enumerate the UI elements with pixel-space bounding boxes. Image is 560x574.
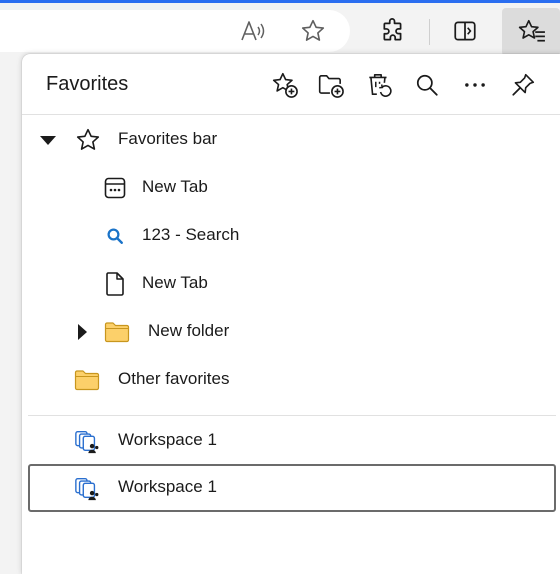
extensions-icon[interactable] xyxy=(376,14,410,48)
workspace-item-focused[interactable]: Workspace 1 xyxy=(28,464,556,512)
favorite-item-new-tab-2[interactable]: New Tab xyxy=(22,260,560,308)
panel-title: Favorites xyxy=(46,73,129,95)
favorite-item-label: New Tab xyxy=(142,273,208,292)
favorites-icon[interactable] xyxy=(515,14,549,48)
split-screen-icon[interactable] xyxy=(448,14,482,48)
add-favorite-star-icon[interactable] xyxy=(296,14,330,48)
favorite-folder-new-folder[interactable]: New folder xyxy=(22,308,560,356)
recycle-bin-icon[interactable] xyxy=(362,68,396,102)
favorites-panel: Favorites Favorites bar New Tab 123 - Se… xyxy=(22,54,560,574)
favorite-item-new-tab[interactable]: New Tab xyxy=(22,164,560,212)
workspace-icon xyxy=(74,475,100,501)
workspace-item[interactable]: Workspace 1 xyxy=(22,417,560,465)
favorite-item-label: 123 - Search xyxy=(142,225,240,244)
more-options-icon[interactable] xyxy=(458,68,492,102)
workspaces-divider xyxy=(28,415,556,416)
favorite-item-123-search[interactable]: 123 - Search xyxy=(22,212,560,260)
read-aloud-icon[interactable] xyxy=(236,14,270,48)
workspace-label: Workspace 1 xyxy=(118,477,217,496)
header-divider xyxy=(22,114,560,115)
folder-label: New folder xyxy=(148,321,230,340)
other-favorites-label: Other favorites xyxy=(118,369,230,388)
star-outline-icon xyxy=(75,127,101,153)
add-folder-icon[interactable] xyxy=(314,68,348,102)
favorite-item-label: New Tab xyxy=(142,177,208,196)
pin-icon[interactable] xyxy=(506,68,540,102)
toolbar-separator xyxy=(429,19,430,45)
favorites-bar-row[interactable]: Favorites bar xyxy=(22,116,560,164)
folder-icon xyxy=(104,319,130,345)
favorites-bar-label: Favorites bar xyxy=(118,129,218,148)
new-tab-page-icon xyxy=(102,175,128,201)
search-icon[interactable] xyxy=(410,68,444,102)
chevron-down-icon[interactable] xyxy=(40,132,56,148)
other-favorites-row[interactable]: Other favorites xyxy=(22,356,560,404)
workspace-icon xyxy=(74,428,100,454)
folder-icon xyxy=(74,367,100,393)
browser-toolbar xyxy=(0,0,560,60)
workspace-label: Workspace 1 xyxy=(118,430,217,449)
search-favicon-icon xyxy=(102,223,128,249)
add-favorite-icon[interactable] xyxy=(268,68,302,102)
accent-line xyxy=(0,0,560,3)
page-icon xyxy=(102,271,128,297)
chevron-right-icon[interactable] xyxy=(74,324,90,340)
